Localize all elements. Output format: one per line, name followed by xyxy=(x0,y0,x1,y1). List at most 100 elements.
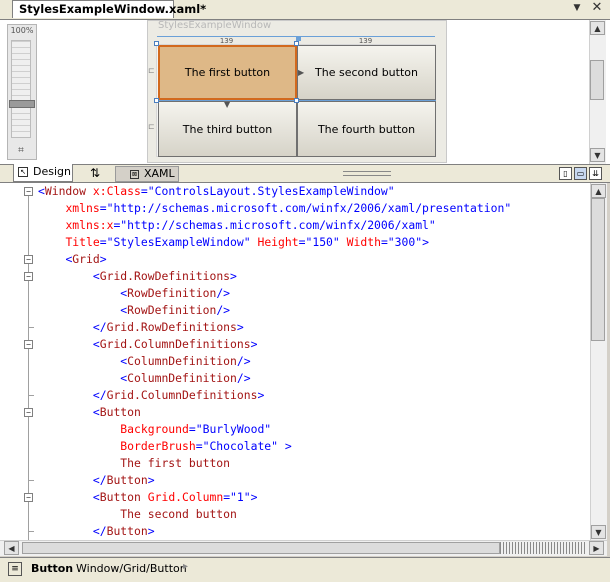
code-line[interactable]: <Grid.RowDefinitions> xyxy=(38,268,237,285)
margin-arrow-icon: ▼ xyxy=(224,100,231,109)
margin-arrow-icon: ▶ xyxy=(298,68,305,77)
splitter-grip[interactable] xyxy=(343,171,391,176)
code-horizontal-scroll-thumb[interactable] xyxy=(22,542,500,554)
horizontal-split-grip[interactable] xyxy=(500,542,586,554)
code-token: Grid.ColumnDefinitions xyxy=(99,337,251,351)
code-line[interactable]: </Grid.RowDefinitions> xyxy=(38,319,244,336)
code-token: > xyxy=(147,473,155,487)
scroll-right-arrow-icon[interactable]: ▶ xyxy=(589,541,604,555)
code-token: Height xyxy=(250,235,299,249)
code-line[interactable]: Title="StylesExampleWindow" Height="150"… xyxy=(38,234,429,251)
code-line[interactable]: <ColumnDefinition/> xyxy=(38,370,250,387)
document-tab[interactable]: StylesExampleWindow.xaml* xyxy=(12,0,206,18)
vertical-split-icon[interactable]: ▯ xyxy=(559,167,572,180)
tab-xaml[interactable]: ⊠ XAML xyxy=(115,166,179,182)
code-line[interactable]: <Button Grid.Column="1"> xyxy=(38,489,258,506)
code-line[interactable]: <ColumnDefinition/> xyxy=(38,353,250,370)
code-token: > xyxy=(147,524,155,538)
code-line[interactable]: </Button> xyxy=(38,523,155,540)
preview-button-first[interactable]: The first button xyxy=(158,45,297,100)
collapse-block-icon[interactable]: − xyxy=(24,493,33,502)
preview-button-third[interactable]: The third button xyxy=(158,101,297,157)
code-line[interactable]: </Button> xyxy=(38,472,155,489)
selected-element-name[interactable]: Button xyxy=(31,562,73,575)
code-line[interactable]: Background="BurlyWood" xyxy=(38,421,271,438)
code-line[interactable]: <Grid> xyxy=(38,251,106,268)
code-line[interactable]: BorderBrush="Chocolate" > xyxy=(38,438,291,455)
zoom-slider-track[interactable] xyxy=(11,40,31,138)
code-token: The first button xyxy=(120,456,231,470)
code-line[interactable]: The second button xyxy=(38,506,237,523)
swap-panes-icon[interactable]: ⇅ xyxy=(82,165,108,181)
code-token: xmlns xyxy=(65,201,100,215)
code-line[interactable]: <Window x:Class="ControlsLayout.StylesEx… xyxy=(38,183,395,200)
selection-handle[interactable] xyxy=(154,41,159,46)
collapse-pane-icon[interactable]: ⇊ xyxy=(589,167,602,180)
xaml-view-icon: ⊠ xyxy=(130,170,139,179)
code-token: Grid.ColumnDefinitions xyxy=(106,388,258,402)
code-token: > xyxy=(257,388,265,402)
collapse-block-icon[interactable]: − xyxy=(24,187,33,196)
row-marker-icon[interactable]: ⊏ xyxy=(148,66,155,75)
code-token: ColumnDefinition xyxy=(127,371,237,385)
collapse-block-icon[interactable]: − xyxy=(24,255,33,264)
scroll-up-arrow-icon[interactable]: ▲ xyxy=(590,21,605,35)
code-line[interactable]: <RowDefinition/> xyxy=(38,302,230,319)
scroll-up-arrow-icon[interactable]: ▲ xyxy=(591,184,606,198)
preview-button-label: The third button xyxy=(182,122,273,136)
code-line[interactable]: <Grid.ColumnDefinitions> xyxy=(38,336,258,353)
collapse-block-icon[interactable]: − xyxy=(24,408,33,417)
breadcrumb-arrow-icon[interactable]: ▸ xyxy=(183,561,188,572)
scroll-down-arrow-icon[interactable]: ▼ xyxy=(590,148,605,162)
tab-list-dropdown-icon[interactable]: ▼ xyxy=(572,3,582,13)
preview-button-second[interactable]: The second button xyxy=(297,45,436,100)
close-document-icon[interactable]: ✕ xyxy=(590,1,604,15)
code-line[interactable]: <Button xyxy=(38,404,141,421)
code-scroll-thumb[interactable] xyxy=(591,198,605,341)
scroll-down-arrow-icon[interactable]: ▼ xyxy=(591,525,606,539)
code-token: > xyxy=(250,337,258,351)
code-line[interactable]: xmlns:x="http://schemas.microsoft.com/wi… xyxy=(38,217,436,234)
preview-button-label: The fourth button xyxy=(317,122,416,136)
collapse-block-icon[interactable]: − xyxy=(24,340,33,349)
code-line[interactable]: <RowDefinition/> xyxy=(38,285,230,302)
document-outline-icon[interactable]: ≡ xyxy=(8,562,22,576)
element-path-breadcrumb[interactable]: Window/Grid/Button xyxy=(76,562,187,575)
zoom-slider-thumb[interactable] xyxy=(9,100,35,108)
code-token: The second button xyxy=(120,507,237,521)
code-token: Button xyxy=(106,524,148,538)
code-line[interactable]: The first button xyxy=(38,455,230,472)
code-line[interactable]: </Grid.ColumnDefinitions> xyxy=(38,387,264,404)
code-token: Width xyxy=(339,235,381,249)
window-preview-title: StylesExampleWindow xyxy=(158,20,272,31)
code-token: ="300"> xyxy=(380,235,429,249)
row-marker-icon[interactable]: ⊏ xyxy=(148,122,155,131)
zoom-to-fit-icon[interactable]: ⌗ xyxy=(13,145,29,157)
code-token: < xyxy=(92,269,100,283)
code-token: < xyxy=(92,490,100,504)
scroll-left-arrow-icon[interactable]: ◀ xyxy=(4,541,19,555)
code-token: ="http://schemas.microsoft.com/winfx/200… xyxy=(113,218,436,232)
selection-handle[interactable] xyxy=(154,98,159,103)
horizontal-split-icon[interactable]: ▭ xyxy=(574,167,587,180)
selection-handle[interactable] xyxy=(294,98,299,103)
tab-design[interactable]: ↖ Design xyxy=(13,164,73,182)
code-line[interactable]: xmlns="http://schemas.microsoft.com/winf… xyxy=(38,200,511,217)
outline-end-mark xyxy=(28,395,34,396)
collapse-block-icon[interactable]: − xyxy=(24,272,33,281)
code-token: Button xyxy=(106,473,148,487)
selection-handle[interactable] xyxy=(294,41,299,46)
code-token: ="BurlyWood" xyxy=(188,422,272,436)
preview-button-fourth[interactable]: The fourth button xyxy=(297,101,436,157)
design-scroll-thumb[interactable] xyxy=(590,60,604,100)
